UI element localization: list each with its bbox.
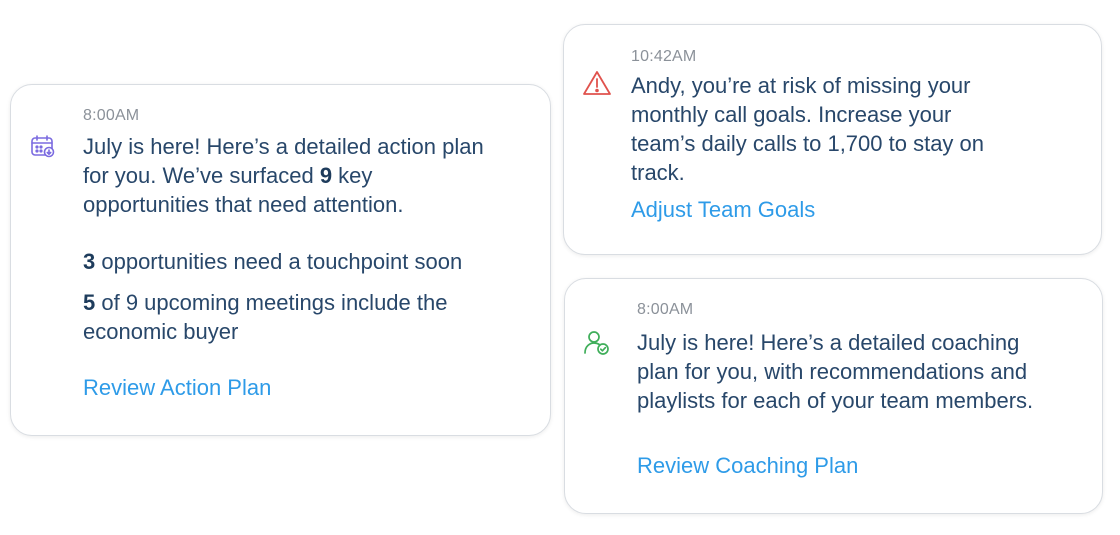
notification-timestamp: 10:42AM: [631, 48, 697, 65]
message-line: plan for you, with recommendations and: [637, 359, 1028, 384]
meetings-stat: 5 of 9 upcoming meetings include the eco…: [83, 288, 543, 346]
action-plan-message: July is here! Here’s a detailed action p…: [83, 132, 543, 219]
message-line: playlists for each of your team members.: [637, 388, 1034, 413]
message-line: economic buyer: [83, 319, 239, 344]
message-text: for you. We’ve surfaced: [83, 163, 320, 188]
message-line: 3 opportunities need a touchpoint soon: [83, 247, 543, 276]
user-check-icon: [583, 329, 611, 357]
opportunity-count: 9: [319, 163, 333, 188]
message-line: July is here! Here’s a detailed coaching: [637, 330, 1020, 355]
stat-count: 5: [83, 290, 96, 315]
review-action-plan-link[interactable]: Review Action Plan: [83, 375, 271, 401]
notification-feed: 8:00AM July is here! Here’s a detailed a…: [0, 0, 1120, 535]
coaching-plan-notification-card: 8:00AM July is here! Here’s a detailed c…: [564, 278, 1103, 514]
message-line: team’s daily calls to 1,700 to stay on: [631, 131, 985, 156]
message-line: for you. We’ve surfaced 9 key: [83, 161, 543, 190]
calendar-icon: [29, 133, 57, 161]
message-line: monthly call goals. Increase your: [631, 102, 952, 127]
stat-count: 3: [83, 249, 96, 274]
action-plan-notification-card: 8:00AM July is here! Here’s a detailed a…: [10, 84, 551, 436]
notification-timestamp: 8:00AM: [83, 107, 140, 124]
coaching-message: July is here! Here’s a detailed coaching…: [637, 328, 1092, 415]
notification-timestamp: 8:00AM: [637, 301, 694, 318]
message-line: July is here! Here’s a detailed action p…: [83, 134, 484, 159]
warning-icon: [582, 69, 611, 97]
adjust-team-goals-link[interactable]: Adjust Team Goals: [631, 197, 815, 223]
message-line: opportunities that need attention.: [83, 192, 404, 217]
call-goal-warning-card: 10:42AM Andy, you’re at risk of missing …: [563, 24, 1102, 255]
message-line: track.: [631, 160, 685, 185]
touchpoint-stat: 3 opportunities need a touchpoint soon: [83, 247, 543, 276]
message-text: key: [332, 163, 373, 188]
stat-text: opportunities need a touchpoint soon: [95, 249, 463, 274]
message-line: 5 of 9 upcoming meetings include the: [83, 288, 543, 317]
review-coaching-plan-link[interactable]: Review Coaching Plan: [637, 453, 858, 479]
stat-text: of 9 upcoming meetings include the: [95, 290, 448, 315]
risk-message: Andy, you’re at risk of missing your mon…: [631, 71, 1081, 187]
message-line: Andy, you’re at risk of missing your: [631, 73, 971, 98]
